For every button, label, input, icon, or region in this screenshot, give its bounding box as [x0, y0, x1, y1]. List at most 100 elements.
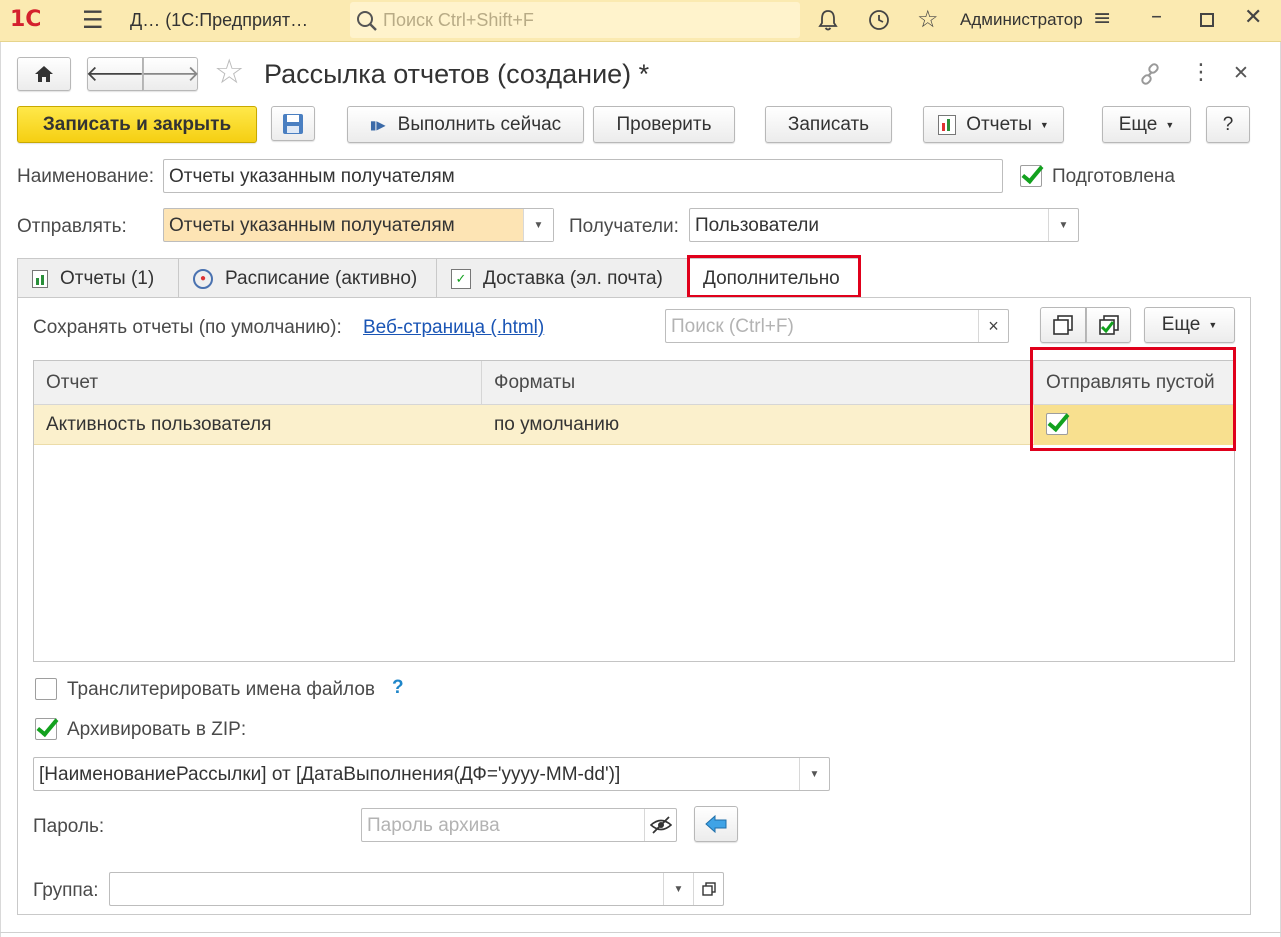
report-icon — [938, 114, 957, 135]
send-type-value: Отчеты указанным получателям — [169, 215, 455, 236]
password-label: Пароль: — [33, 816, 105, 837]
link-icon[interactable] — [1138, 62, 1162, 86]
current-user[interactable]: Администратор — [960, 10, 1083, 30]
write-button[interactable]: Записать — [765, 106, 892, 143]
zip-filename-template-select[interactable]: [НаименованиеРассылки] от [ДатаВыполнени… — [33, 757, 830, 791]
delivery-icon: ✓ — [451, 268, 471, 289]
table-more-label: Еще — [1161, 314, 1201, 335]
history-icon[interactable] — [867, 8, 891, 32]
dropdown-arrow-icon[interactable]: ▼ — [1048, 209, 1078, 241]
more-label: Еще — [1118, 113, 1158, 135]
floppy-disk-icon — [283, 113, 303, 134]
chevron-down-icon: ▼ — [1208, 320, 1218, 330]
arrow-right-icon: 🡒 — [141, 62, 200, 87]
tab-reports[interactable]: Отчеты (1) — [17, 258, 179, 298]
clock-icon: ● — [193, 268, 213, 289]
table-search-placeholder: Поиск (Ctrl+F) — [671, 316, 794, 337]
global-search-input[interactable]: Поиск Ctrl+Shift+F — [350, 2, 800, 38]
cell-formats[interactable]: по умолчанию — [482, 405, 1034, 445]
table-search-input[interactable]: Поиск (Ctrl+F) × — [665, 309, 1009, 343]
copy-rows-button[interactable] — [1040, 307, 1086, 343]
check-button[interactable]: Проверить — [593, 106, 735, 143]
cell-report[interactable]: Активность пользователя — [34, 405, 482, 445]
column-header-report[interactable]: Отчет — [34, 361, 482, 405]
transliterate-label: Транслитерировать имена файлов — [67, 679, 375, 700]
table-header: Отчет Форматы Отправлять пустой — [34, 361, 1234, 405]
group-select[interactable]: ▼ — [109, 872, 724, 906]
global-search-placeholder: Поиск Ctrl+Shift+F — [383, 10, 534, 30]
table-more-button[interactable]: Еще ▼ — [1144, 307, 1235, 343]
report-icon — [32, 269, 48, 288]
page-title: Рассылка отчетов (создание) * — [264, 59, 650, 89]
cell-send-empty[interactable] — [1034, 405, 1234, 445]
generate-password-button[interactable] — [694, 806, 738, 842]
reports-menu-button[interactable]: Отчеты ▼ — [923, 106, 1064, 143]
name-label: Наименование: — [17, 166, 154, 187]
name-field[interactable]: Отчеты указанным получателям — [163, 159, 1003, 193]
help-button[interactable]: ? — [1206, 106, 1250, 143]
recipients-value: Пользователи — [695, 215, 820, 236]
table-row[interactable]: Активность пользователя по умолчанию — [34, 405, 1234, 445]
check-all-button[interactable] — [1086, 307, 1131, 343]
hide-password-icon[interactable] — [644, 809, 676, 841]
column-header-send-empty[interactable]: Отправлять пустой — [1034, 361, 1234, 405]
help-question-icon[interactable]: ? — [392, 677, 404, 699]
bell-icon[interactable] — [816, 8, 840, 32]
send-type-select[interactable]: Отчеты указанным получателям ▼ — [163, 208, 554, 242]
tab-additional[interactable]: Дополнительно — [688, 258, 860, 299]
tab-delivery[interactable]: ✓ Доставка (эл. почта) — [436, 258, 689, 298]
favorite-star-icon[interactable]: ☆ — [214, 52, 244, 92]
tab-schedule-label: Расписание (активно) — [225, 267, 418, 289]
play-icon: ▮▶ — [369, 117, 386, 132]
home-icon — [35, 66, 53, 82]
forward-button[interactable]: 🡒 — [141, 57, 200, 91]
minimize-icon[interactable]: – — [1151, 4, 1162, 29]
home-button[interactable] — [17, 57, 71, 91]
close-window-icon[interactable]: ✕ — [1244, 5, 1262, 30]
save-default-format-link[interactable]: Веб-страница (.html) — [363, 317, 544, 339]
transliterate-checkbox[interactable] — [35, 678, 57, 700]
tab-delivery-label: Доставка (эл. почта) — [483, 267, 663, 289]
run-now-button[interactable]: ▮▶ Выполнить сейчас — [347, 106, 584, 143]
settings-menu-icon[interactable]: ≡ — [1093, 6, 1111, 31]
tab-reports-label: Отчеты (1) — [60, 267, 155, 289]
archive-password-input[interactable]: Пароль архива — [361, 808, 677, 842]
save-default-label: Сохранять отчеты (по умолчанию): — [33, 317, 342, 338]
back-button[interactable]: 🡐 — [86, 57, 145, 91]
dropdown-arrow-icon[interactable]: ▼ — [799, 758, 829, 790]
zip-label: Архивировать в ZIP: — [67, 719, 247, 740]
app-logo: 1С — [10, 7, 42, 32]
reports-label: Отчеты — [966, 113, 1032, 135]
zip-filename-template-value: [НаименованиеРассылки] от [ДатаВыполнени… — [39, 764, 621, 785]
save-icon-button[interactable] — [271, 106, 315, 141]
prepared-label: Подготовлена — [1052, 166, 1175, 187]
dropdown-arrow-icon[interactable]: ▼ — [663, 873, 693, 905]
open-icon[interactable] — [693, 873, 723, 905]
dropdown-arrow-icon[interactable]: ▼ — [523, 209, 553, 241]
prepared-checkbox[interactable] — [1020, 165, 1042, 187]
send-empty-checkbox[interactable] — [1046, 413, 1068, 435]
archive-password-placeholder: Пароль архива — [367, 815, 500, 836]
arrow-left-blue-icon — [705, 815, 727, 833]
save-and-close-button[interactable]: Записать и закрыть — [17, 106, 257, 143]
recipients-select[interactable]: Пользователи ▼ — [689, 208, 1079, 242]
send-label: Отправлять: — [17, 216, 127, 237]
maximize-icon[interactable] — [1200, 13, 1214, 27]
copy-icon — [1053, 315, 1073, 335]
column-header-formats[interactable]: Форматы — [482, 361, 1034, 405]
favorites-star-icon[interactable]: ☆ — [917, 5, 939, 33]
zip-checkbox[interactable] — [35, 718, 57, 740]
window-tab-title[interactable]: Д… (1С:Предприят… — [130, 10, 308, 31]
menu-icon[interactable]: ☰ — [82, 6, 104, 34]
app-top-bar: 1С ☰ Д… (1С:Предприят… Поиск Ctrl+Shift+… — [0, 0, 1281, 42]
search-icon — [357, 11, 377, 31]
clear-search-icon[interactable]: × — [978, 310, 1008, 342]
tab-schedule[interactable]: ● Расписание (активно) — [178, 258, 437, 298]
name-value: Отчеты указанным получателям — [169, 166, 455, 187]
close-form-icon[interactable]: ✕ — [1233, 62, 1249, 84]
run-now-label: Выполнить сейчас — [397, 113, 562, 135]
more-button[interactable]: Еще ▼ — [1102, 106, 1191, 143]
more-vertical-icon[interactable]: ⋮ — [1190, 60, 1212, 85]
recipients-label: Получатели: — [569, 216, 679, 237]
group-label: Группа: — [33, 880, 99, 901]
